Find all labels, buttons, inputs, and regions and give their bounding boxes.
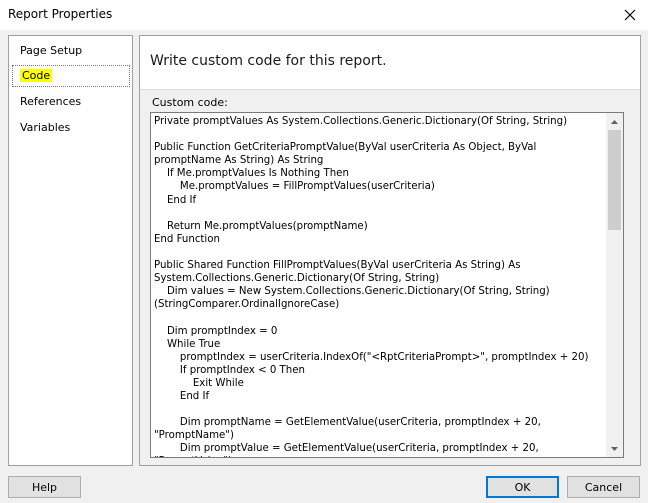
scroll-up-icon (611, 119, 618, 124)
code-panel: Write custom code for this report. Custo… (139, 35, 641, 466)
vertical-scrollbar[interactable] (606, 113, 623, 457)
panel-title: Write custom code for this report. (150, 53, 387, 69)
scroll-down-button[interactable] (606, 440, 623, 457)
nav-item-variables[interactable]: Variables (12, 117, 130, 139)
custom-code-label: Custom code: (152, 96, 228, 109)
nav-item-label: Page Setup (20, 44, 83, 57)
close-icon (624, 9, 636, 21)
title-bar: Report Properties (0, 0, 648, 30)
scroll-up-button[interactable] (606, 113, 623, 130)
nav-item-page-setup[interactable]: Page Setup (12, 40, 130, 62)
nav-item-label: Code (20, 69, 53, 82)
ok-button[interactable]: OK (486, 476, 559, 498)
scroll-down-icon (611, 446, 618, 451)
window-title: Report Properties (8, 7, 113, 21)
nav-item-label: References (20, 95, 82, 108)
navigation-list: Page Setup Code References Variables (8, 35, 133, 466)
nav-item-label: Variables (20, 121, 71, 134)
panel-header: Write custom code for this report. (140, 36, 640, 90)
nav-item-references[interactable]: References (12, 91, 130, 113)
custom-code-textarea[interactable]: Private promptValues As System.Collectio… (150, 112, 624, 458)
custom-code-text[interactable]: Private promptValues As System.Collectio… (154, 115, 606, 457)
close-button[interactable] (612, 0, 648, 30)
help-button[interactable]: Help (8, 476, 81, 498)
nav-item-code[interactable]: Code (12, 65, 130, 87)
cancel-button[interactable]: Cancel (567, 476, 640, 498)
dialog-body: Page Setup Code References Variables Wri… (0, 30, 648, 503)
scroll-thumb[interactable] (608, 130, 621, 230)
